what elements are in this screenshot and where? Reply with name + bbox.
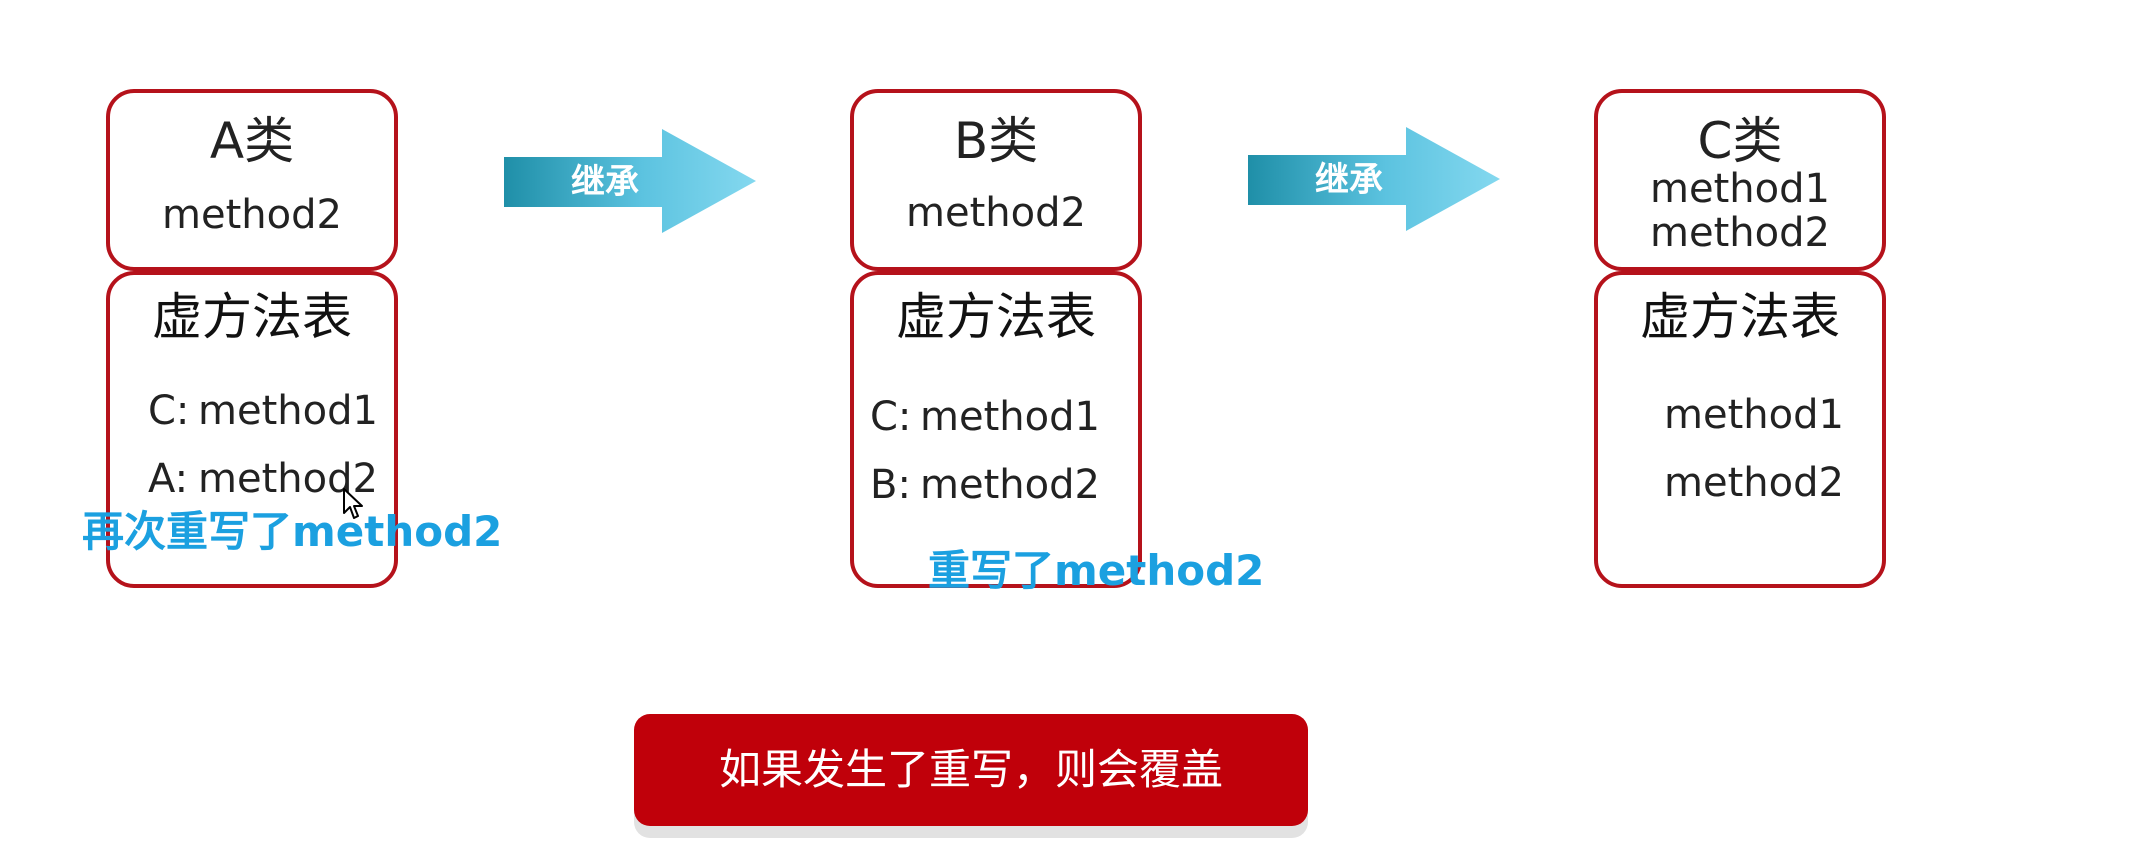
class-b-method: method2 [906, 190, 1086, 236]
entry-owner: C: [870, 394, 912, 440]
override-note: 如果发生了重写，则会覆盖 [634, 714, 1308, 826]
inheritance-diagram: A类 method2 虚方法表 C: method1 A: method2 再次重写… [0, 0, 2143, 849]
class-c-vtable-box: 虚方法表 method1 method2 [1594, 271, 1886, 588]
entry-method: method2 [1664, 460, 1844, 506]
class-b-vtable-box: 虚方法表 C: method1 B: method2 [850, 271, 1142, 588]
class-b-name: B类 [953, 112, 1039, 170]
class-a-name: A类 [209, 112, 295, 170]
entry-method: method1 [198, 388, 378, 434]
inherit-arrow-2: 继承 [1244, 125, 1504, 235]
arrow-label: 继承 [571, 162, 639, 202]
class-c-vtable-entry: method1 [1664, 391, 1844, 439]
entry-method: method2 [920, 462, 1100, 508]
class-b-vtable-entry: C: method1 [870, 393, 1100, 441]
class-c-vtable-entry: method2 [1664, 459, 1844, 507]
class-b-vtable-title: 虚方法表 [896, 288, 1096, 346]
class-c-name: C类 [1697, 112, 1783, 170]
cursor-icon [343, 488, 363, 519]
class-c-method: method2 [1650, 210, 1830, 256]
inherit-arrow-1: 继承 [500, 127, 760, 237]
class-c-vtable-title: 虚方法表 [1640, 288, 1840, 346]
class-a-vtable-title: 虚方法表 [152, 288, 352, 346]
class-b-annotation: 重写了method2 [928, 546, 1265, 595]
class-a-annotation: 再次重写了method2 [82, 507, 503, 556]
arrow-label: 继承 [1315, 160, 1383, 200]
entry-method: method1 [1664, 392, 1844, 438]
entry-owner: C: [148, 388, 190, 434]
class-a-box: A类 method2 [106, 89, 398, 271]
class-c-method: method1 [1650, 166, 1830, 212]
class-a-method: method2 [162, 192, 342, 238]
class-b-box: B类 method2 [850, 89, 1142, 271]
entry-owner: B: [870, 462, 911, 508]
class-c-box: C类 method1 method2 [1594, 89, 1886, 271]
entry-owner: A: [148, 456, 189, 502]
class-b-vtable-entry: B: method2 [870, 461, 1100, 509]
class-a-vtable-entry: C: method1 [148, 387, 378, 435]
entry-method: method1 [920, 394, 1100, 440]
